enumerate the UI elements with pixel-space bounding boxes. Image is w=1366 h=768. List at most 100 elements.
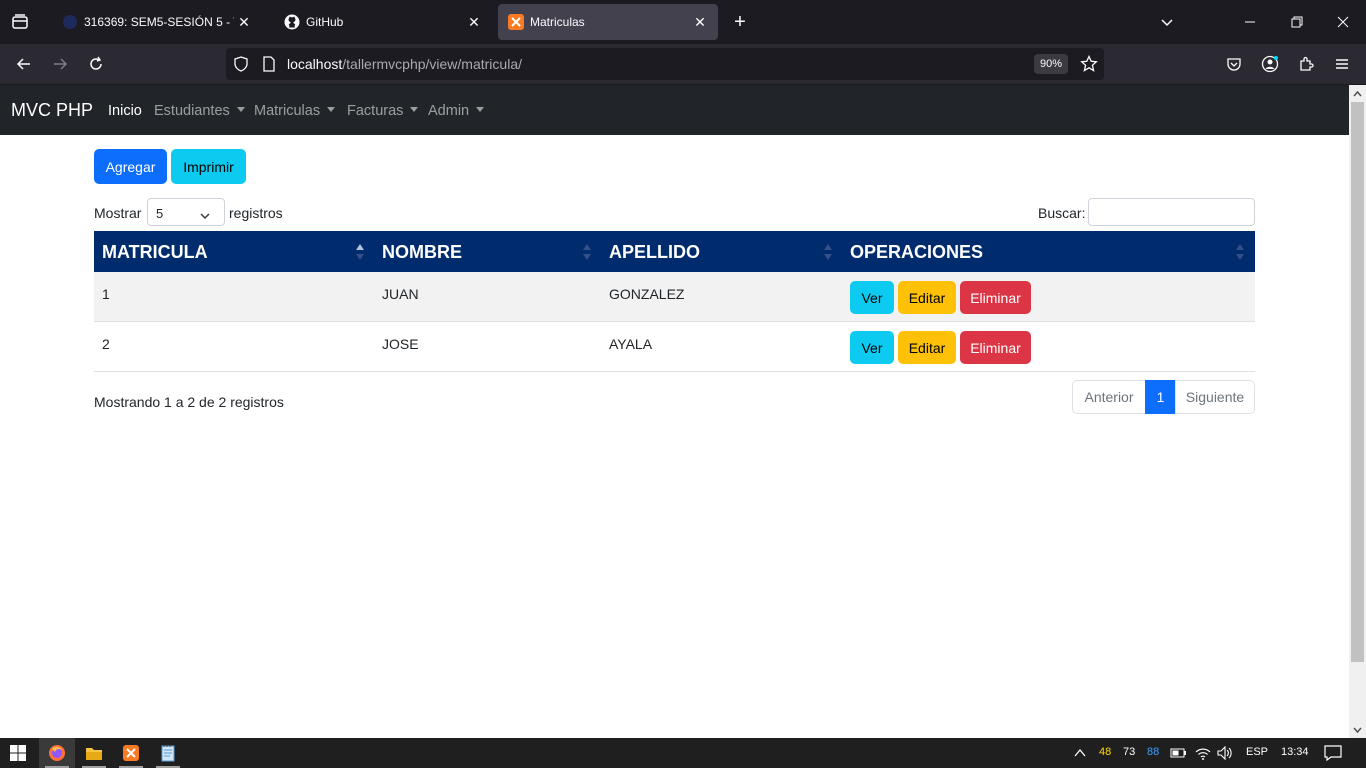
- github-icon: [284, 14, 300, 30]
- caret-down-icon: [327, 107, 336, 112]
- cell-nombre: JOSE: [382, 336, 419, 352]
- nav-item-facturas[interactable]: Facturas: [347, 103, 419, 119]
- brand[interactable]: MVC PHP: [11, 100, 93, 121]
- browser-tab-github[interactable]: GitHub ✕: [274, 4, 492, 40]
- page-length-value: 5: [156, 206, 164, 221]
- new-tab-icon[interactable]: +: [728, 10, 752, 34]
- search-input[interactable]: [1088, 198, 1255, 226]
- tab-title: Matriculas: [530, 15, 585, 29]
- notepad-icon[interactable]: [150, 738, 186, 768]
- restore-icon[interactable]: [1285, 10, 1309, 34]
- reload-icon[interactable]: [84, 52, 108, 76]
- forward-icon[interactable]: [48, 52, 72, 76]
- pagination-previous[interactable]: Anterior: [1072, 380, 1146, 414]
- chevron-up-icon[interactable]: [1073, 746, 1087, 765]
- close-window-icon[interactable]: [1331, 10, 1355, 34]
- page-viewport: MVC PHP Inicio Estudiantes Matriculas Fa…: [0, 85, 1349, 738]
- bookmark-star-icon[interactable]: [1080, 54, 1098, 78]
- table-row: 1 JUAN GONZALEZ Ver Editar Eliminar: [94, 272, 1255, 322]
- add-button[interactable]: Agregar: [94, 149, 167, 184]
- clock[interactable]: 13:34: [1281, 746, 1309, 758]
- tray-indicator-1[interactable]: 48: [1099, 746, 1111, 758]
- browser-toolbar: localhost/tallermvcphp/view/matricula/ 9…: [0, 44, 1366, 84]
- browser-tab-bar: 316369: SEM5-SESIÓN 5 - TALLER ✕ GitHub …: [0, 0, 1366, 44]
- pagination-next[interactable]: Siguiente: [1175, 380, 1255, 414]
- cell-apellido: GONZALEZ: [609, 286, 685, 302]
- table-header: MATRICULA NOMBRE APELLIDO OPERACIONES: [94, 231, 1255, 272]
- language-indicator[interactable]: ESP: [1246, 746, 1268, 758]
- zoom-level[interactable]: 90%: [1033, 54, 1068, 74]
- cell-nombre: JUAN: [382, 286, 419, 302]
- xampp-icon[interactable]: [113, 738, 149, 768]
- nav-item-admin[interactable]: Admin: [428, 103, 485, 119]
- close-icon[interactable]: ✕: [234, 12, 254, 32]
- page-icon: [261, 56, 277, 77]
- column-header-matricula[interactable]: MATRICULA: [102, 242, 208, 263]
- xampp-icon: [508, 14, 524, 30]
- chevron-down-icon: [200, 208, 210, 223]
- sort-icon[interactable]: [823, 243, 833, 261]
- table-row: 2 JOSE AYALA Ver Editar Eliminar: [94, 322, 1255, 372]
- url-bar[interactable]: localhost/tallermvcphp/view/matricula/ 9…: [226, 48, 1104, 80]
- pocket-icon[interactable]: [1222, 52, 1246, 76]
- delete-button[interactable]: Eliminar: [960, 331, 1031, 364]
- sort-icon[interactable]: [1235, 243, 1245, 261]
- url-text[interactable]: localhost/tallermvcphp/view/matricula/: [287, 56, 522, 72]
- moodle-icon: [62, 14, 78, 30]
- tray-indicator-2[interactable]: 73: [1123, 746, 1135, 758]
- cell-apellido: AYALA: [609, 336, 653, 352]
- notifications-icon[interactable]: [1324, 745, 1342, 766]
- search-label: Buscar:: [1038, 205, 1086, 221]
- tab-title: GitHub: [306, 15, 344, 29]
- length-label-suffix: registros: [229, 205, 283, 221]
- battery-icon[interactable]: [1170, 746, 1188, 765]
- cell-matricula: 1: [102, 286, 110, 302]
- taskbar: 48 73 88 ESP 13:34: [0, 738, 1366, 768]
- close-icon[interactable]: ✕: [464, 12, 484, 32]
- minimize-icon[interactable]: [1238, 10, 1262, 34]
- menu-icon[interactable]: [1330, 52, 1354, 76]
- nav-item-estudiantes[interactable]: Estudiantes: [154, 103, 245, 119]
- table-info: Mostrando 1 a 2 de 2 registros: [94, 394, 284, 410]
- back-icon[interactable]: [12, 52, 36, 76]
- sort-asc-icon[interactable]: [355, 243, 365, 261]
- view-button[interactable]: Ver: [850, 281, 894, 314]
- windows-start-icon[interactable]: [0, 738, 36, 768]
- file-explorer-icon[interactable]: [76, 738, 112, 768]
- edit-button[interactable]: Editar: [898, 281, 956, 314]
- column-header-apellido[interactable]: APELLIDO: [609, 242, 700, 263]
- caret-down-icon: [410, 107, 419, 112]
- delete-button[interactable]: Eliminar: [960, 281, 1031, 314]
- shield-icon[interactable]: [233, 56, 249, 77]
- sort-icon[interactable]: [582, 243, 592, 261]
- volume-icon[interactable]: [1217, 745, 1235, 765]
- edit-button[interactable]: Editar: [898, 331, 956, 364]
- browser-tab-matriculas[interactable]: Matriculas ✕: [498, 4, 718, 40]
- cell-matricula: 2: [102, 336, 110, 352]
- page-length-select[interactable]: 5: [147, 198, 225, 226]
- account-icon[interactable]: [1258, 52, 1282, 76]
- view-button[interactable]: Ver: [850, 331, 894, 364]
- print-button[interactable]: Imprimir: [171, 149, 246, 184]
- nav-item-matriculas[interactable]: Matriculas: [254, 103, 336, 119]
- firefox-icon[interactable]: [39, 738, 75, 768]
- tray-indicator-3[interactable]: 88: [1147, 746, 1159, 758]
- scroll-down-icon[interactable]: [1349, 721, 1366, 738]
- scroll-up-icon[interactable]: [1349, 85, 1366, 102]
- browser-tab-moodle[interactable]: 316369: SEM5-SESIÓN 5 - TALLER ✕: [52, 4, 262, 40]
- chevron-down-icon[interactable]: [1155, 10, 1179, 34]
- column-header-operaciones[interactable]: OPERACIONES: [850, 242, 983, 263]
- wifi-icon[interactable]: [1195, 746, 1211, 765]
- extensions-icon[interactable]: [1294, 52, 1318, 76]
- caret-down-icon: [476, 107, 485, 112]
- pagination-page-1[interactable]: 1: [1145, 380, 1176, 414]
- length-label-prefix: Mostrar: [94, 205, 142, 221]
- scrollbar-thumb[interactable]: [1351, 102, 1364, 662]
- site-navbar: MVC PHP Inicio Estudiantes Matriculas Fa…: [0, 85, 1349, 135]
- tab-list-icon[interactable]: [8, 10, 32, 34]
- column-header-nombre[interactable]: NOMBRE: [382, 242, 462, 263]
- tab-title: 316369: SEM5-SESIÓN 5 - TALLER: [84, 15, 234, 29]
- close-icon[interactable]: ✕: [690, 12, 710, 32]
- nav-item-inicio[interactable]: Inicio: [108, 103, 142, 119]
- page-scrollbar[interactable]: [1349, 85, 1366, 738]
